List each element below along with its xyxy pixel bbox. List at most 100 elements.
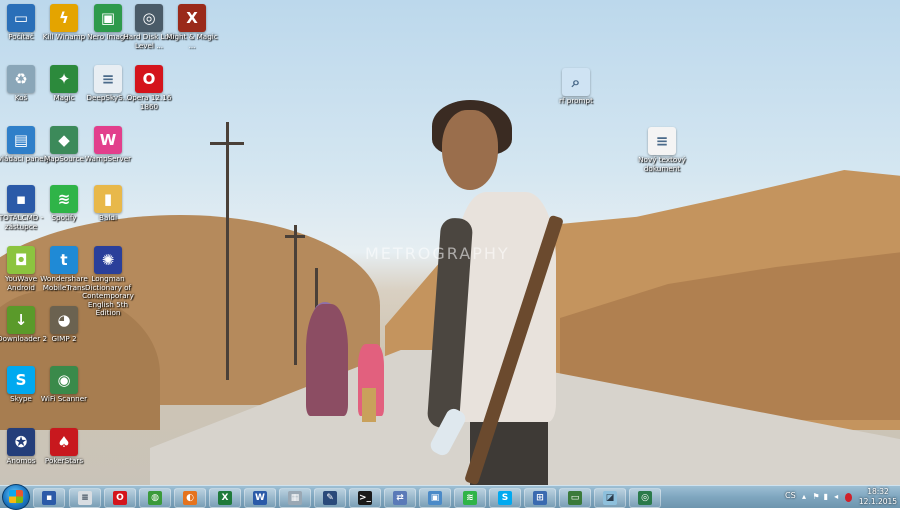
taskbar-button-spotify[interactable]: ≋ [454,488,486,508]
antivirus-icon[interactable] [844,492,852,502]
mobiletrans-icon: t [50,246,78,274]
mapsource-icon: ◆ [50,126,78,154]
window-icon: ◪ [603,491,617,505]
taskbar: ▪ ≡ O ◍ ◐ X W ▦ ✎ >_ ⇄ ▣ ≋ S ⊞ ▭ ◪ ◎ CS ▴ ⚑ ▮ ◂ 18:32 12.… [0,484,900,510]
desktop-icon[interactable]: W WampServer [78,126,138,164]
taskbar-button-totalcmd-floppy[interactable]: ▪ [33,488,65,508]
wallpaper-power-pole [294,225,297,365]
wallpaper-walker-child-legs [362,388,376,422]
desktop-icon[interactable]: ▮ Baldi [78,185,138,223]
clock-time: 18:32 [867,487,889,496]
monitor-icon: ▭ [568,491,582,505]
desktop-icon[interactable]: ♠ PokerStars [34,428,94,466]
desktop-icon[interactable]: O Opera 12.16 1860 [119,65,179,111]
desktop-icon-label: Baldi [99,213,117,222]
desktop-icon-label: GIMP 2 [51,334,77,343]
taskbar-button-window-app[interactable]: ◪ [594,488,626,508]
skype-icon: S [498,491,512,505]
network-signal-icon[interactable]: ▮ [824,492,831,502]
wallpaper-power-pole-bar [210,142,244,145]
taskbar-button-word[interactable]: W [244,488,276,508]
desktop-icon[interactable]: ◕ GIMP 2 [34,306,94,344]
taskbar-button-excel[interactable]: X [209,488,241,508]
calculator-icon: ▦ [288,491,302,505]
taskbar-button-network-tool[interactable]: ⇄ [384,488,416,508]
cmd-icon: >_ [358,491,372,505]
recycle-bin-icon: ♻ [7,65,35,93]
android-icon: ◘ [7,246,35,274]
desktop-icon-label: rf prompt [559,96,593,105]
text-document-icon: ≡ [648,127,676,155]
desktop-icon[interactable]: ≡ Nový textový dokument [632,127,692,173]
desktop-icon[interactable]: ◉ WiFi Scanner [34,366,94,404]
system-clock[interactable]: 18:32 12.1.2015 [858,487,898,506]
prompt-shortcut-icon: ⌕ [562,68,590,96]
desktop-icon-label: PokerStars [44,456,84,465]
globe-icon: ◎ [638,491,652,505]
firefox-icon: ◐ [183,491,197,505]
desktop-icon-label: WiFi Scanner [40,394,88,403]
spotify-icon: ≋ [463,491,477,505]
gimp-icon: ◕ [50,306,78,334]
desktop-icon[interactable]: ⌕ rf prompt [546,68,606,106]
flag-icon[interactable]: ⚑ [813,492,820,502]
wallpaper-power-pole-bar [285,235,305,238]
start-button[interactable] [2,484,30,510]
control-panel-icon: ▤ [7,126,35,154]
taskbar-button-monitor[interactable]: ▭ [559,488,591,508]
clock-date: 12.1.2015 [858,496,898,506]
lan-icon: ⊞ [533,491,547,505]
taskbar-button-opera[interactable]: O [104,488,136,508]
wallpaper-watermark: METROGRAPHY [365,244,510,263]
magic-game-icon: ✦ [50,65,78,93]
opera-icon: O [135,65,163,93]
might-magic-icon: X [178,4,206,32]
spotify-icon: ≋ [50,185,78,213]
computer-icon: ▭ [7,4,35,32]
skype-icon: S [7,366,35,394]
wallpaper-power-pole [226,122,229,380]
floppy-icon: ▪ [42,491,56,505]
word-icon: W [253,491,267,505]
wifi-scanner-icon: ◉ [50,366,78,394]
notepad-icon: ≡ [78,491,92,505]
network-icon: ⇄ [393,491,407,505]
taskbar-button-firefox[interactable]: ◐ [174,488,206,508]
wallpaper-walker-woman [306,304,348,416]
volume-icon[interactable]: ◂ [834,492,841,502]
taskbar-button-pen-tool[interactable]: ✎ [314,488,346,508]
notification-area: ▴ ⚑ ▮ ◂ [802,491,852,503]
winamp-lightning-icon: ϟ [50,4,78,32]
opera-icon: O [113,491,127,505]
taskbar-button-calculator[interactable]: ▦ [279,488,311,508]
remote-icon: ▣ [428,491,442,505]
taskbar-button-skype[interactable]: S [489,488,521,508]
anomos-seal-icon: ✪ [7,428,35,456]
jdownloader-icon: ↓ [7,306,35,334]
taskbar-button-remote-desktop[interactable]: ▣ [419,488,451,508]
taskbar-button-chrome[interactable]: ◍ [139,488,171,508]
windows-start-icon [9,490,23,503]
wallpaper-girl-figure [426,100,564,485]
desktop-icon-label: WampServer [84,154,132,163]
desktop-icon-label: Opera 12.16 1860 [126,93,172,111]
chrome-icon: ◍ [148,491,162,505]
wampserver-icon: W [94,126,122,154]
floppy-icon: ▪ [7,185,35,213]
excel-icon: X [218,491,232,505]
desktop-icon-label: Might & Magic ... [166,32,218,50]
taskbar-button-globe-app[interactable]: ◎ [629,488,661,508]
pen-icon: ✎ [323,491,337,505]
desktop: METROGRAPHY ▭ Počítač ϟ Kill Winamp ▣ Nero Im… [0,0,900,485]
harddisk-tool-icon: ◎ [135,4,163,32]
deepsky-document-icon: ≡ [94,65,122,93]
taskbar-button-command-prompt[interactable]: >_ [349,488,381,508]
pokerstars-icon: ♠ [50,428,78,456]
desktop-icon[interactable]: X Might & Magic ... [162,4,222,50]
folder-icon: ▮ [94,185,122,213]
show-hidden-icons-icon[interactable]: ▴ [802,492,809,502]
taskbar-button-network-share[interactable]: ⊞ [524,488,556,508]
nero-image-icon: ▣ [94,4,122,32]
taskbar-button-notepad[interactable]: ≡ [69,488,101,508]
language-indicator[interactable]: CS [785,491,796,500]
